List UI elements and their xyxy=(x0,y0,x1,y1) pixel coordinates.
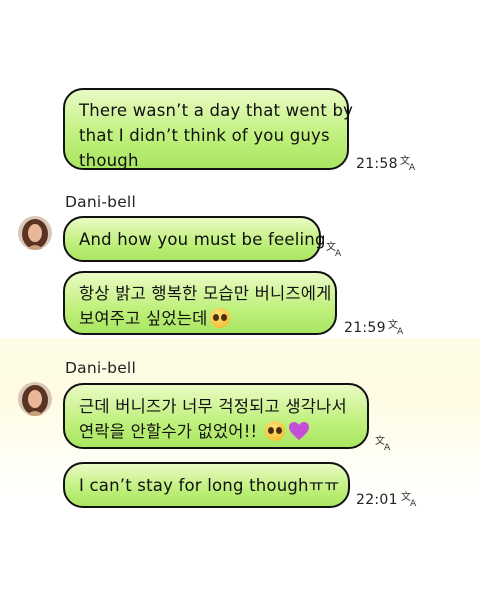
message-line: that I didn’t think of you guys xyxy=(79,126,330,145)
message-bubble[interactable]: 항상 밝고 행복한 모습만 버니즈에게 보여주고 싶었는데 xyxy=(63,271,337,335)
message-line: There wasn’t a day that went by xyxy=(79,101,354,120)
translate-icon[interactable]: 文 A xyxy=(401,489,419,507)
message-line: 근데 버니즈가 너무 걱정되고 생각나서 xyxy=(79,397,347,416)
sender-name: Dani-bell xyxy=(65,193,136,211)
message-bubble[interactable]: And how you must be feeling xyxy=(63,216,326,262)
timestamp: 21:59 xyxy=(344,320,386,336)
pleading-face-emoji-icon xyxy=(264,421,285,441)
svg-text:A: A xyxy=(409,163,416,171)
message-line: I can’t stay for long thoughㅠㅠ xyxy=(79,476,340,495)
translate-icon[interactable]: 文 A xyxy=(326,239,344,257)
svg-text:A: A xyxy=(397,327,404,335)
message-bubble[interactable]: 근데 버니즈가 너무 걱정되고 생각나서 연락을 안할수가 없었어!! xyxy=(63,383,369,449)
translate-icon[interactable]: 文 A xyxy=(388,317,406,335)
message-bubble[interactable]: I can’t stay for long thoughㅠㅠ xyxy=(63,462,350,508)
message-text: 보여주고 싶었는데 xyxy=(79,309,208,328)
avatar[interactable] xyxy=(18,216,52,250)
svg-text:A: A xyxy=(384,443,391,451)
message-line: though xyxy=(79,151,139,170)
message-line: 항상 밝고 행복한 모습만 버니즈에게 xyxy=(79,284,332,303)
message-line: And how you must be feeling xyxy=(79,230,326,249)
translate-icon[interactable]: 文 A xyxy=(375,433,393,451)
message-line: 연락을 안할수가 없었어!! xyxy=(79,419,353,444)
avatar-photo-icon xyxy=(18,216,52,250)
timestamp: 22:01 xyxy=(356,492,398,508)
translate-icon[interactable]: 文 A xyxy=(400,153,418,171)
timestamp: 21:58 xyxy=(356,156,398,172)
avatar-photo-icon xyxy=(18,382,52,416)
message-bubble[interactable]: There wasn’t a day that went by that I d… xyxy=(63,88,354,170)
purple-heart-emoji-icon xyxy=(288,422,309,440)
sender-name: Dani-bell xyxy=(65,359,136,377)
message-text: 연락을 안할수가 없었어!! xyxy=(79,422,258,441)
avatar[interactable] xyxy=(18,382,52,416)
pleading-face-emoji-icon xyxy=(209,308,230,328)
svg-text:A: A xyxy=(335,249,342,257)
svg-text:A: A xyxy=(410,499,417,507)
message-line: 보여주고 싶었는데 xyxy=(79,306,321,331)
